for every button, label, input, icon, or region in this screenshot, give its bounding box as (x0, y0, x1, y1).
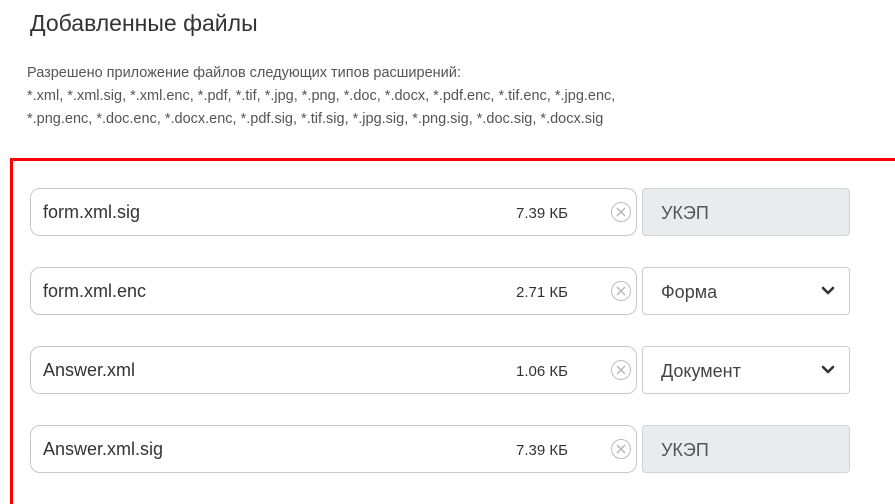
file-type-select[interactable]: Документ (642, 346, 850, 394)
hint-line: Разрешено приложение файлов следующих ти… (27, 65, 461, 81)
file-field: Answer.xml 1.06 КБ (30, 346, 637, 394)
file-type-select[interactable]: Форма (642, 267, 850, 315)
chevron-down-icon (821, 365, 835, 374)
file-size: 7.39 КБ (516, 442, 568, 459)
hint-line: *.png.enc, *.doc.enc, *.docx.enc, *.pdf.… (27, 111, 604, 127)
close-circle-icon[interactable] (611, 439, 631, 459)
allowed-extensions-hint: Разрешено приложение файлов следующих ти… (27, 62, 877, 131)
file-name: form.xml.sig (43, 202, 141, 222)
close-circle-icon[interactable] (611, 202, 631, 222)
file-field: Answer.xml.sig 7.39 КБ (30, 425, 637, 473)
close-circle-icon[interactable] (611, 281, 631, 301)
file-size: 1.06 КБ (516, 363, 568, 380)
hint-line: *.xml, *.xml.sig, *.xml.enc, *.pdf, *.ti… (27, 88, 616, 104)
section-title: Добавленные файлы (30, 10, 258, 36)
signature-type-field: УКЭП (642, 425, 850, 473)
file-name: form.xml.enc (43, 281, 147, 301)
file-row: Answer.xml.sig 7.39 КБ УКЭП (30, 425, 850, 477)
chevron-down-icon (821, 286, 835, 295)
file-size: 7.39 КБ (516, 205, 568, 222)
file-type-label: УКЭП (661, 440, 709, 460)
file-field: form.xml.enc 2.71 КБ (30, 267, 637, 315)
file-size: 2.71 КБ (516, 284, 568, 301)
file-field: form.xml.sig 7.39 КБ (30, 188, 637, 236)
signature-type-field: УКЭП (642, 188, 850, 236)
file-row: form.xml.sig 7.39 КБ УКЭП (30, 188, 850, 240)
file-name: Answer.xml.sig (43, 439, 164, 459)
file-type-label: УКЭП (661, 203, 709, 223)
attached-files-section: Добавленные файлы Разрешено приложение ф… (0, 0, 895, 504)
file-row: Answer.xml 1.06 КБ Документ (30, 346, 850, 398)
file-name: Answer.xml (43, 360, 136, 380)
file-row: form.xml.enc 2.71 КБ Форма (30, 267, 850, 319)
file-type-label: Форма (661, 282, 718, 302)
file-type-label: Документ (661, 361, 741, 381)
close-circle-icon[interactable] (611, 360, 631, 380)
